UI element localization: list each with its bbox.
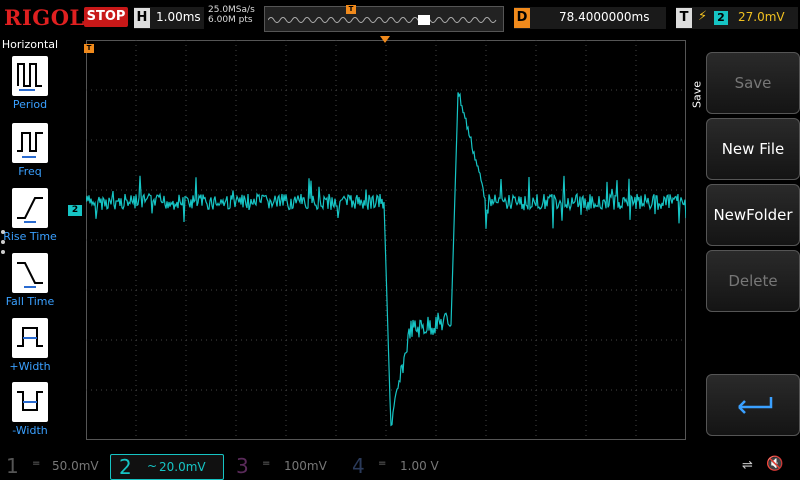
positive-width-label: +Width — [9, 360, 51, 373]
menu-title: Horizontal — [1, 38, 59, 51]
graticule — [86, 40, 686, 440]
channel-1-number: 1 — [6, 454, 19, 478]
delay-value: 78.4000000ms — [559, 10, 650, 24]
save-button[interactable]: Save — [706, 52, 800, 114]
new-file-button-label: New File — [721, 140, 785, 158]
trigger-source-badge: 2 — [714, 11, 728, 25]
top-status-bar: RIGOL STOP H 1.00ms 25.0MSa/s 6.00M pts … — [0, 0, 800, 36]
return-arrow-icon — [738, 397, 773, 414]
new-folder-button[interactable]: NewFolder — [706, 184, 800, 246]
frequency-icon — [12, 123, 48, 163]
memory-depth: 6.00M pts — [208, 15, 253, 25]
speaker-muted-icon[interactable]: 🔇 — [766, 456, 783, 472]
channel-1-scale: 50.0mV — [52, 459, 99, 473]
channel-1-status[interactable]: 1 = 50.0mV — [6, 454, 106, 478]
channel-1-coupling: = — [32, 458, 41, 469]
acquisition-info: 25.0MSa/s 6.00M pts — [208, 5, 255, 25]
sample-rate: 25.0MSa/s — [208, 5, 255, 15]
rising-edge-icon: ⚡ — [698, 9, 708, 24]
channel-2-scale: 20.0mV — [159, 460, 206, 474]
positive-width-icon — [12, 318, 48, 358]
delete-button-label: Delete — [728, 272, 778, 290]
fall-time-label: Fall Time — [5, 295, 55, 308]
horizontal-badge: H — [134, 8, 150, 28]
channel-3-coupling: = — [262, 458, 271, 469]
delay-badge: D — [514, 8, 530, 28]
channel-2-status[interactable]: 2 ~ 20.0mV — [110, 454, 224, 480]
period-icon — [12, 56, 48, 96]
measure-menu: Horizontal Period Freq Rise Time Fall Ti… — [0, 36, 60, 444]
usb-icon: ⇌ — [742, 458, 753, 473]
negative-width-label: -Width — [12, 424, 48, 437]
measure-frequency-item[interactable]: Freq — [0, 123, 60, 185]
channel-3-scale: 100mV — [284, 459, 327, 473]
trigger-box[interactable]: T ⚡ 2 27.0mV — [676, 7, 798, 29]
channel-2-coupling: ~ — [147, 459, 158, 473]
measure-rise-time-item[interactable]: Rise Time — [0, 188, 60, 250]
save-button-label: Save — [734, 74, 772, 92]
new-folder-button-label: NewFolder — [713, 206, 793, 224]
memory-overview-waveform — [268, 15, 497, 25]
save-menu: Save Save New File NewFolder Delete — [686, 36, 800, 444]
measure-fall-time-item[interactable]: Fall Time — [0, 253, 60, 315]
measure-positive-width-item[interactable]: +Width — [0, 318, 60, 380]
channel-4-coupling: = — [378, 458, 387, 469]
channel-2-offset-marker[interactable]: 2 — [68, 205, 82, 216]
frequency-label: Freq — [18, 165, 42, 178]
delete-button[interactable]: Delete — [706, 250, 800, 312]
delay-box[interactable]: D 78.4000000ms — [514, 7, 666, 29]
negative-width-icon — [12, 382, 48, 422]
waveform-display[interactable]: T — [84, 36, 686, 440]
run-stop-status[interactable]: STOP — [84, 7, 128, 27]
measure-negative-width-item[interactable]: -Width — [0, 382, 60, 444]
channel-3-status[interactable]: 3 = 100mV — [236, 454, 346, 478]
channel-status-bar: 1 = 50.0mV 2 ~ 20.0mV 3 = 100mV 4 = 1.00… — [0, 450, 800, 480]
channel-4-number: 4 — [352, 454, 365, 478]
measure-period-item[interactable]: Period — [0, 56, 60, 118]
channel-3-number: 3 — [236, 454, 249, 478]
memory-overview: T — [264, 5, 504, 32]
period-label: Period — [12, 98, 48, 111]
rise-time-label: Rise Time — [3, 230, 57, 243]
trigger-time-marker: T — [84, 44, 94, 53]
fall-time-icon — [12, 253, 48, 293]
trigger-badge: T — [676, 8, 692, 28]
channel-4-scale: 1.00 V — [400, 459, 439, 473]
return-button[interactable] — [706, 374, 800, 436]
timebase-value: 1.00ms — [156, 10, 201, 24]
new-file-button[interactable]: New File — [706, 118, 800, 180]
menu-side-label: Save — [688, 62, 704, 132]
menu-page-indicator — [1, 230, 7, 260]
horizontal-timebase-box[interactable]: H 1.00ms — [134, 7, 204, 29]
brand-logo: RIGOL — [4, 5, 85, 30]
trigger-level-value: 27.0mV — [738, 10, 785, 24]
menu-side-label-text: Save — [690, 81, 704, 109]
trigger-position-marker[interactable] — [380, 36, 390, 43]
channel-4-status[interactable]: 4 = 1.00 V — [352, 454, 462, 478]
rise-time-icon — [12, 188, 48, 228]
channel-2-number: 2 — [119, 455, 132, 479]
